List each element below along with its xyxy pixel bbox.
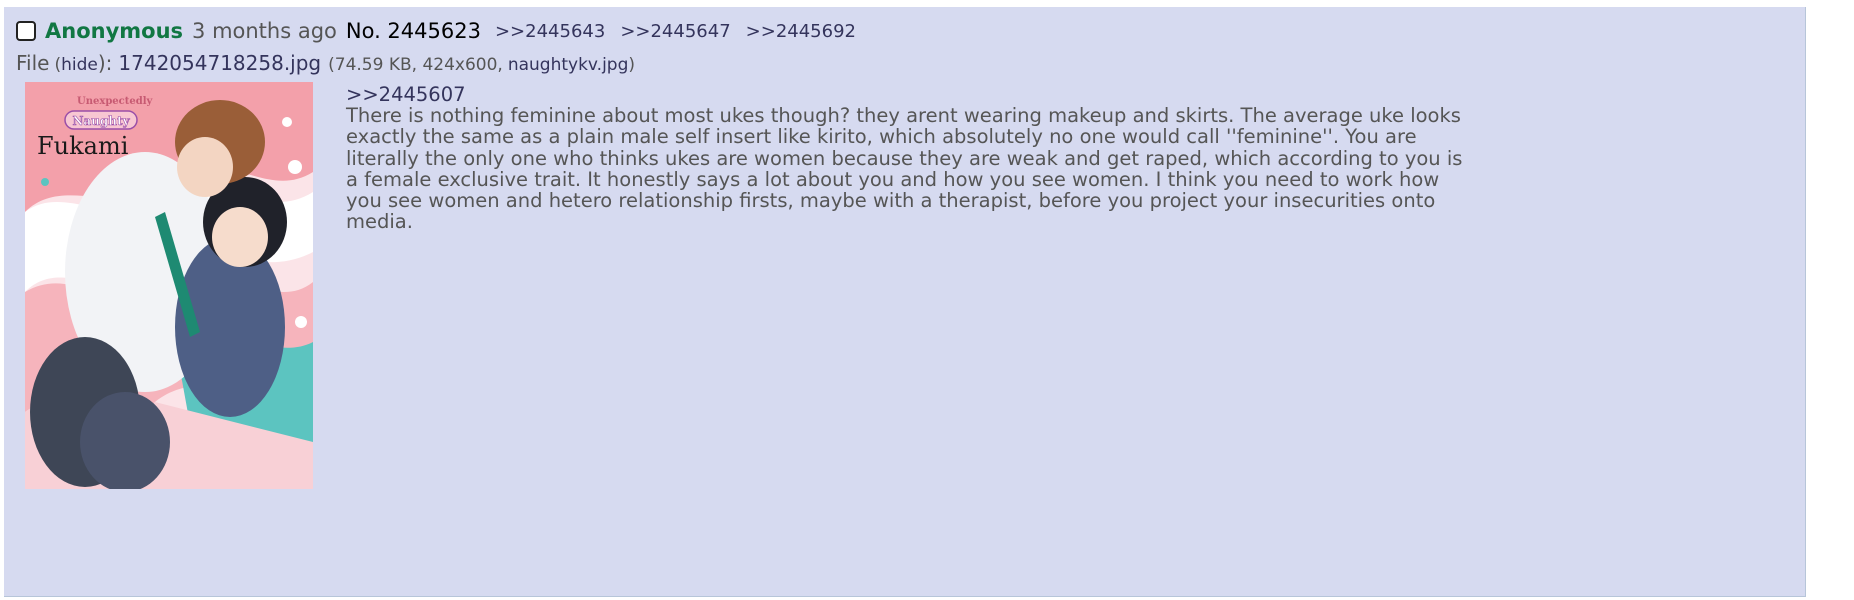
- poster-name: Anonymous: [45, 19, 184, 43]
- hide-suffix: ):: [97, 51, 113, 75]
- post-date: 3 months ago: [192, 19, 337, 43]
- post-number-link[interactable]: No. 2445623: [346, 19, 481, 43]
- thumbnail-image[interactable]: Unexpectedly Naughty Fukami: [25, 82, 313, 489]
- hide-image-link[interactable]: hide: [61, 55, 98, 75]
- file-name-link[interactable]: 1742054718258.jpg: [118, 51, 321, 75]
- cover-badge: Naughty: [72, 114, 130, 128]
- file-meta: (74.59 KB, 424x600,: [328, 55, 503, 75]
- cover-title: Fukami: [37, 132, 129, 160]
- backlink[interactable]: >>2445647: [620, 21, 730, 42]
- file-label: File: [16, 51, 50, 75]
- post-select-checkbox[interactable]: [16, 21, 36, 41]
- hide-prefix: (: [54, 55, 62, 75]
- backlink[interactable]: >>2445692: [746, 21, 856, 42]
- post-comment: >>2445607 There is nothing feminine abou…: [346, 84, 1476, 234]
- backlink[interactable]: >>2445643: [495, 21, 605, 42]
- comment-text: There is nothing feminine about most uke…: [346, 104, 1463, 234]
- reply-post: Anonymous 3 months ago No. 2445623 >>244…: [4, 7, 1806, 597]
- post-info: Anonymous 3 months ago No. 2445623 >>244…: [16, 19, 871, 43]
- cover-small-text: Unexpectedly: [77, 96, 154, 107]
- file-info: File (hide): 1742054718258.jpg (74.59 KB…: [16, 51, 635, 77]
- quote-link[interactable]: >>2445607: [346, 84, 1476, 105]
- original-filename[interactable]: naughtykv.jpg: [508, 55, 629, 75]
- file-meta-suffix: ): [628, 55, 636, 75]
- cover-art: Unexpectedly Naughty Fukami: [25, 82, 313, 489]
